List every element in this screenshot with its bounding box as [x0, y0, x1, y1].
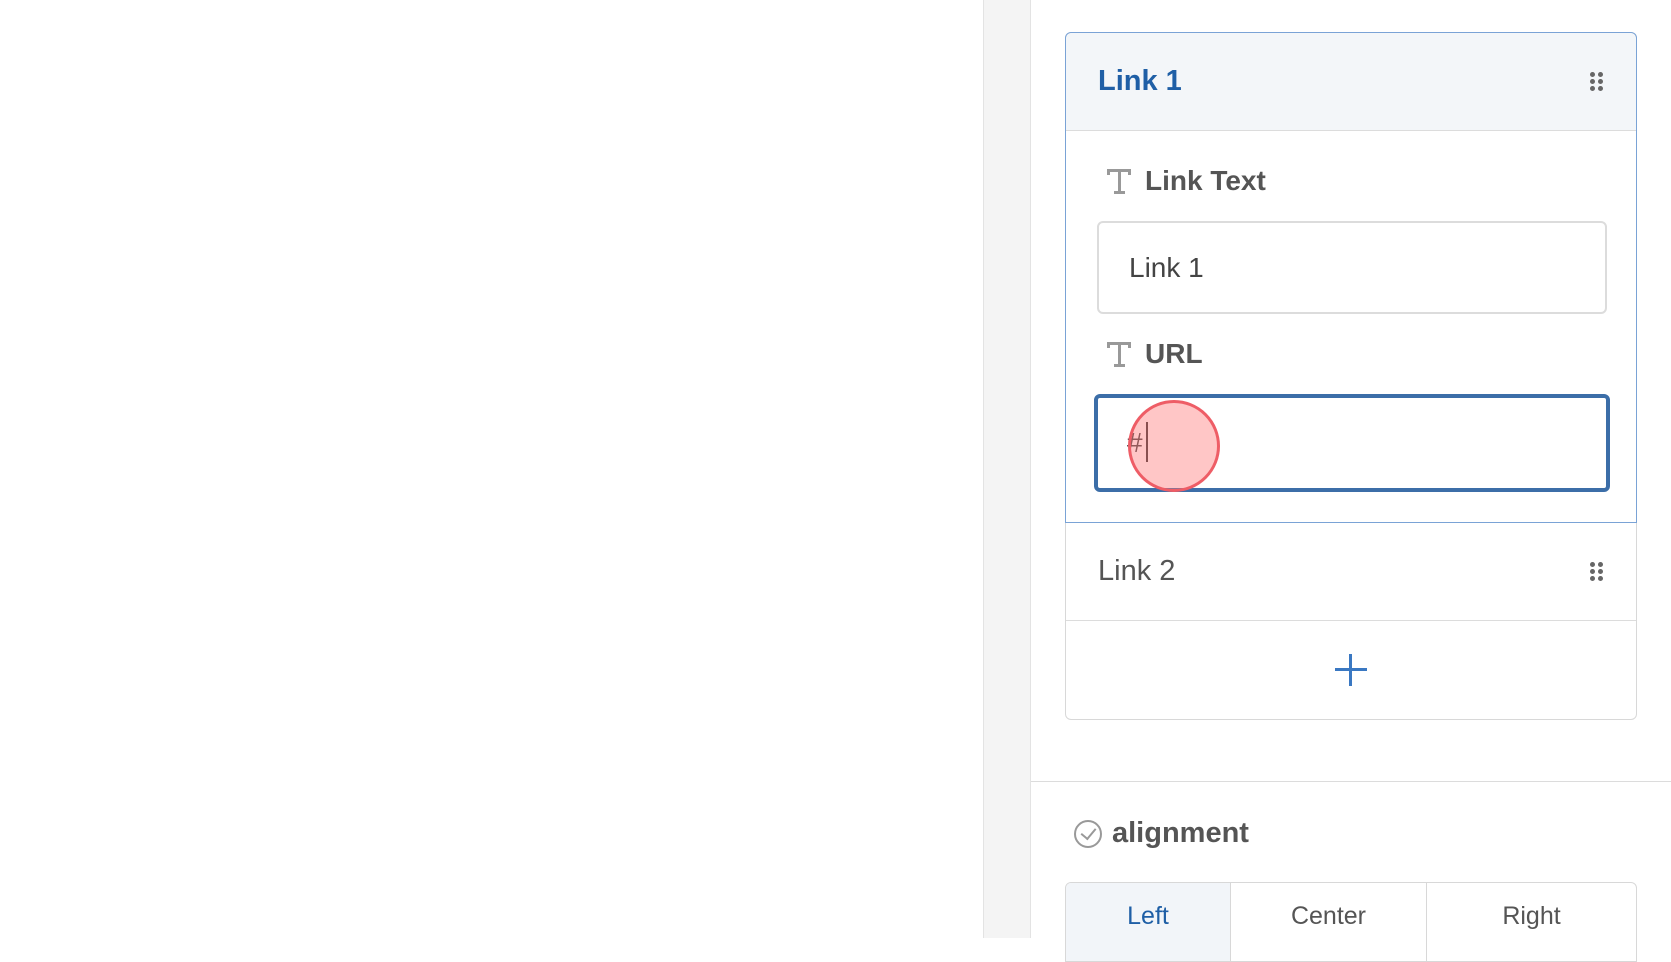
text-type-icon — [1105, 339, 1135, 369]
array-item-title: Link 1 — [1098, 65, 1182, 97]
url-input[interactable] — [1094, 394, 1610, 492]
drag-handle-icon[interactable] — [1590, 71, 1604, 92]
alignment-option-left[interactable]: Left — [1066, 883, 1231, 961]
drag-handle-icon[interactable] — [1590, 561, 1604, 582]
url-label: URL — [1097, 334, 1605, 374]
array-item-header[interactable]: Link 2 — [1066, 523, 1636, 621]
array-item-link-1: Link 1 Link Text URL — [1065, 32, 1637, 523]
field-label-text: URL — [1145, 338, 1203, 369]
preview-canvas — [0, 0, 983, 938]
alignment-segmented-control: Left Center Right — [1065, 882, 1637, 962]
alignment-option-center[interactable]: Center — [1231, 883, 1427, 961]
section-divider — [1031, 781, 1671, 782]
add-item-button[interactable] — [1066, 621, 1636, 719]
text-type-icon — [1105, 166, 1135, 196]
link-text-input[interactable] — [1097, 221, 1607, 314]
properties-panel: Link 1 Link Text URL — [1031, 0, 1671, 962]
alignment-label: alignment — [1074, 817, 1249, 850]
links-array-field: Link 1 Link Text URL — [1065, 32, 1637, 720]
plus-icon — [1335, 654, 1367, 686]
text-caret — [1146, 422, 1148, 462]
link-text-label: Link Text — [1097, 161, 1605, 201]
url-input-wrapper — [1094, 394, 1610, 492]
alignment-option-right[interactable]: Right — [1427, 883, 1636, 961]
array-item-header[interactable]: Link 1 — [1066, 33, 1636, 131]
panel-gutter — [983, 0, 1031, 938]
array-item-title: Link 2 — [1098, 555, 1176, 587]
array-item-body: Link Text URL — [1066, 131, 1636, 522]
check-circle-icon — [1074, 819, 1102, 848]
alignment-label-text: alignment — [1112, 817, 1249, 849]
field-label-text: Link Text — [1145, 165, 1266, 196]
array-item-link-2: Link 2 — [1066, 523, 1636, 621]
